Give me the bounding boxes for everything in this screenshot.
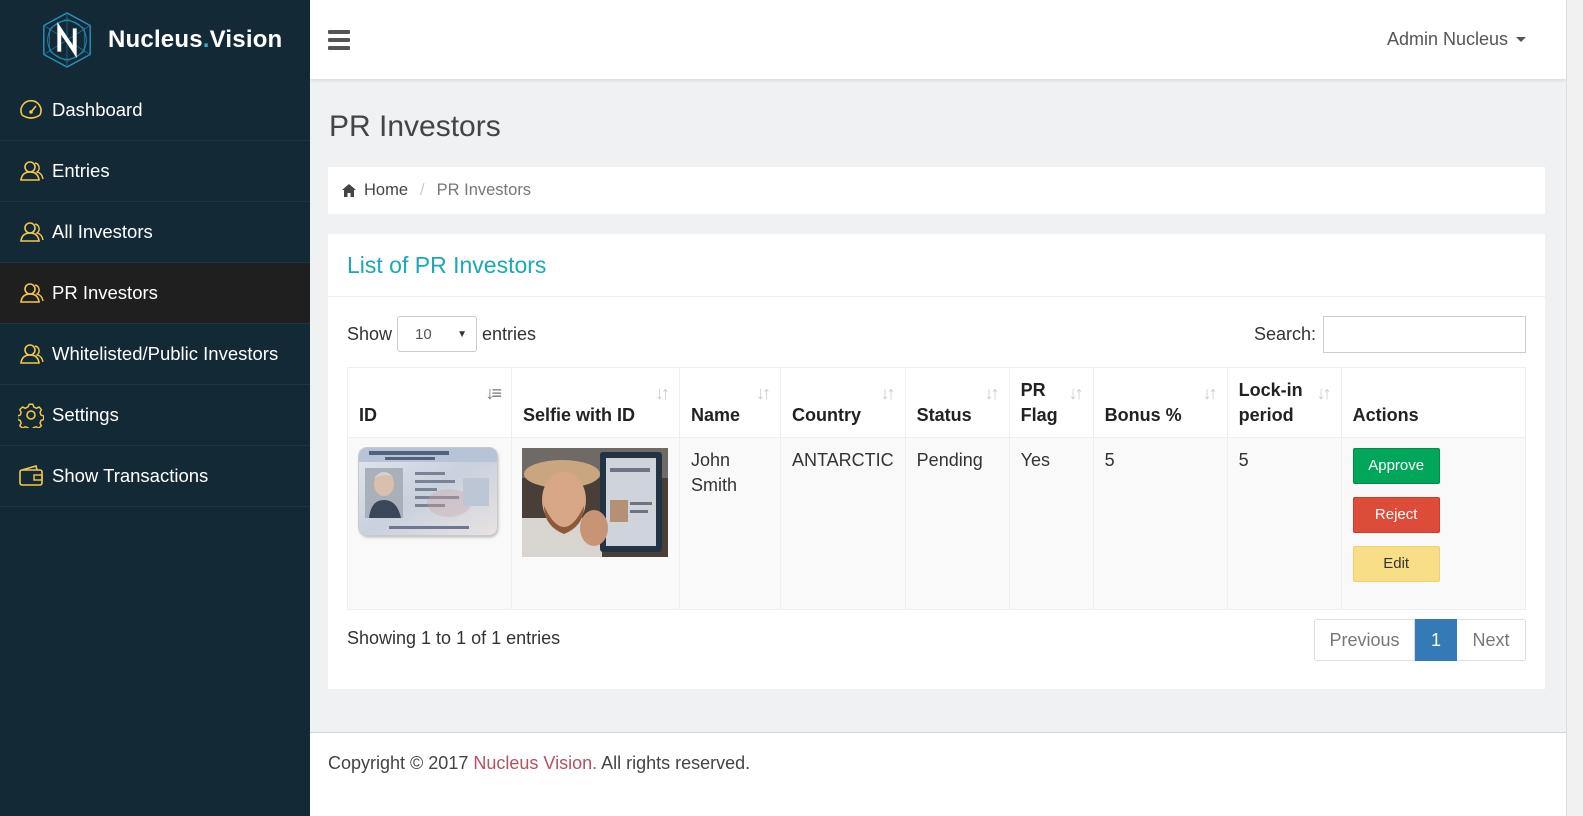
users-icon — [20, 222, 44, 242]
entries-select[interactable]: 10 ▼ — [397, 316, 478, 352]
breadcrumb-home[interactable]: Home — [342, 181, 408, 200]
entries-length: Show 10 ▼ entries — [347, 316, 536, 352]
sort-icon: ↓↑ — [1202, 383, 1218, 403]
sidebar-item-label: Show Transactions — [52, 465, 209, 486]
sort-icon: ↓↑ — [1316, 383, 1332, 403]
search-input[interactable] — [1323, 315, 1526, 353]
sort-icon: ↓↑ — [1068, 383, 1084, 403]
wallet-icon — [19, 465, 43, 486]
brand[interactable]: Nucleus.Vision — [0, 0, 310, 80]
user-menu[interactable]: Admin Nucleus — [1387, 29, 1526, 50]
column-header-name[interactable]: Name ↓↑ — [679, 367, 781, 438]
column-header-id[interactable]: ID ↓≡ — [347, 367, 512, 438]
selfie-image[interactable] — [522, 448, 668, 557]
pr-flag-cell: Yes — [1008, 437, 1094, 610]
sidebar-item-label: All Investors — [52, 221, 153, 242]
entries-label: entries — [482, 323, 537, 344]
name-cell: John Smith — [679, 437, 781, 610]
page-title: PR Investors — [329, 110, 501, 143]
panel-title: List of PR Investors — [347, 251, 547, 278]
users-icon — [20, 344, 44, 364]
table-info: Showing 1 to 1 of 1 entries — [347, 627, 561, 648]
show-label: Show — [347, 323, 393, 344]
column-header-selfie[interactable]: Selfie with ID ↓↑ — [511, 367, 680, 438]
sidebar-item-pr-investors[interactable]: PR Investors — [0, 263, 310, 324]
breadcrumb-current: PR Investors — [436, 181, 532, 199]
menu-toggle-icon[interactable] — [328, 29, 350, 50]
next-page-button[interactable]: Next — [1457, 619, 1526, 661]
table-footer: Showing 1 to 1 of 1 entries Previous 1 N… — [347, 619, 1526, 661]
footer: Copyright © 2017 Nucleus Vision. All rig… — [310, 732, 1566, 816]
footer-rights: All rights reserved. — [601, 753, 751, 773]
search-label: Search: — [1253, 323, 1316, 344]
previous-page-button[interactable]: Previous — [1314, 619, 1415, 661]
sort-icon: ↓↑ — [984, 383, 1000, 403]
edit-button[interactable]: Edit — [1352, 546, 1440, 582]
dropdown-arrow-icon: ▼ — [457, 328, 468, 340]
dashboard-icon — [20, 99, 42, 119]
sidebar-item-label: PR Investors — [52, 282, 158, 303]
home-icon — [342, 184, 356, 197]
selfie-cell — [511, 437, 680, 610]
column-header-bonus[interactable]: Bonus % ↓↑ — [1092, 367, 1228, 438]
nucleus-logo-icon — [43, 12, 91, 68]
sort-icon: ↓↑ — [756, 383, 771, 403]
column-header-actions: Actions — [1340, 367, 1527, 438]
users-icon — [20, 283, 44, 303]
sidebar-item-whitelisted-investors[interactable]: Whitelisted/Public Investors — [0, 324, 310, 385]
sidebar-item-label: Entries — [52, 160, 110, 181]
lockin-cell: 5 — [1226, 437, 1342, 610]
sidebar-item-label: Dashboard — [52, 99, 143, 120]
sort-icon: ↓↑ — [880, 383, 896, 403]
investors-table: ID ↓≡ Selfie with ID ↓↑ Name ↓↑ Country ↓↑ S… — [347, 367, 1527, 610]
caret-down-icon — [1516, 37, 1526, 42]
topbar: Admin Nucleus — [310, 0, 1566, 79]
page-1-button[interactable]: 1 — [1415, 619, 1457, 661]
sidebar-item-label: Whitelisted/Public Investors — [52, 343, 279, 364]
entries-select-value: 10 — [415, 325, 432, 343]
id-document-image[interactable] — [359, 448, 497, 535]
column-header-lockin[interactable]: Lock-in period ↓↑ — [1226, 367, 1342, 438]
breadcrumb: Home / PR Investors — [328, 167, 1545, 214]
sort-asc-icon: ↓≡ — [485, 383, 501, 403]
reject-button[interactable]: Reject — [1352, 497, 1440, 533]
status-cell: Pending — [904, 437, 1010, 610]
approve-button[interactable]: Approve — [1352, 448, 1440, 484]
sidebar-item-label: Settings — [52, 404, 119, 425]
sidebar-item-dashboard[interactable]: Dashboard — [0, 80, 310, 141]
sidebar-item-settings[interactable]: Settings — [0, 385, 310, 446]
column-header-status[interactable]: Status ↓↑ — [904, 367, 1010, 438]
sidebar-item-all-investors[interactable]: All Investors — [0, 202, 310, 263]
table-controls: Show 10 ▼ entries Search: — [347, 315, 1526, 353]
panel-heading: List of PR Investors — [328, 234, 1545, 297]
users-icon — [20, 161, 44, 181]
sidebar-item-entries[interactable]: Entries — [0, 141, 310, 202]
sidebar-nav: Dashboard Entries All Investors PR Inves… — [0, 80, 310, 507]
brand-name: Nucleus.Vision — [108, 26, 283, 53]
pagination: Previous 1 Next — [1314, 619, 1526, 661]
table-search: Search: — [1253, 315, 1526, 353]
footer-copyright: Copyright © 2017 — [328, 753, 469, 773]
sort-icon: ↓↑ — [655, 383, 670, 403]
investors-panel: List of PR Investors Show 10 ▼ entries S… — [328, 234, 1545, 689]
table-header-row: ID ↓≡ Selfie with ID ↓↑ Name ↓↑ Country ↓↑ S… — [347, 367, 1527, 438]
country-cell: ANTARCTIC — [780, 437, 906, 610]
column-header-pr-flag[interactable]: PR Flag ↓↑ — [1008, 367, 1094, 438]
id-cell — [347, 437, 512, 610]
sidebar: Nucleus.Vision Dashboard Entries All Inv… — [0, 0, 310, 816]
breadcrumb-separator: / — [420, 181, 425, 199]
bonus-cell: 5 — [1092, 437, 1228, 610]
sidebar-item-show-transactions[interactable]: Show Transactions — [0, 446, 310, 507]
column-header-country[interactable]: Country ↓↑ — [780, 367, 906, 438]
actions-cell: Approve Reject Edit — [1340, 437, 1527, 610]
gear-icon — [18, 403, 44, 428]
scrollbar[interactable] — [1566, 0, 1583, 816]
user-name: Admin Nucleus — [1386, 29, 1508, 49]
footer-company-link[interactable]: Nucleus Vision. — [473, 753, 597, 773]
table-row: John Smith ANTARCTIC Pending Yes 5 5 App… — [347, 437, 1527, 610]
